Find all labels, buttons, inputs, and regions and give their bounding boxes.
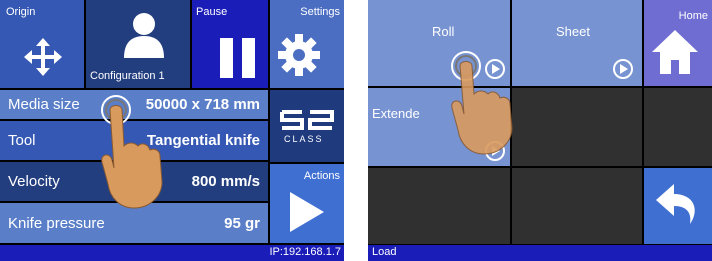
- velocity-value: 800 mm/s: [191, 173, 260, 190]
- empty-tile: [512, 168, 642, 244]
- status-bar: Load: [368, 245, 712, 261]
- back-arrow-icon: [656, 184, 695, 224]
- play-circle-icon: [613, 59, 633, 79]
- empty-tile: [512, 88, 642, 166]
- knife-pressure-row[interactable]: Knife pressure 95 gr: [0, 203, 268, 243]
- s2-logo-icon: [280, 110, 334, 130]
- origin-button[interactable]: Origin: [0, 0, 84, 88]
- roll-label: Roll: [432, 24, 455, 39]
- media-size-row[interactable]: Media size 50000 x 718 mm: [0, 90, 268, 119]
- media-size-value: 50000 x 718 mm: [145, 96, 260, 113]
- back-button[interactable]: [644, 168, 712, 244]
- gear-icon: [278, 34, 320, 76]
- actions-button[interactable]: Actions: [270, 164, 344, 243]
- pause-button[interactable]: Pause: [192, 0, 268, 88]
- user-icon: [124, 13, 164, 58]
- logo-text: CLASS: [284, 134, 324, 144]
- extended-button[interactable]: Extende: [368, 88, 510, 166]
- configuration-button[interactable]: Configuration 1: [86, 0, 190, 88]
- actions-label: Actions: [303, 170, 340, 182]
- home-button[interactable]: Home: [644, 0, 712, 86]
- tool-value: Tangential knife: [146, 132, 260, 149]
- main-screen: Origin Configuration 1 Pause Settings Me…: [0, 0, 344, 261]
- play-icon: [290, 192, 324, 232]
- home-icon: [652, 30, 698, 74]
- tool-row[interactable]: Tool Tangential knife: [0, 121, 268, 160]
- play-circle-icon: [485, 59, 505, 79]
- load-screen: Roll Sheet Home Extende Load: [368, 0, 712, 261]
- sheet-button[interactable]: Sheet: [512, 0, 642, 86]
- media-size-label: Media size: [8, 96, 80, 113]
- settings-button[interactable]: Settings: [270, 0, 344, 88]
- velocity-row[interactable]: Velocity 800 mm/s: [0, 162, 268, 201]
- brand-logo: CLASS: [270, 90, 344, 162]
- velocity-label: Velocity: [8, 173, 60, 190]
- ip-address: IP:192.168.1.7: [269, 246, 341, 258]
- settings-label: Settings: [300, 6, 340, 18]
- extended-label: Extende: [372, 106, 420, 121]
- play-circle-icon: [485, 141, 505, 161]
- status-text: Load: [372, 246, 397, 258]
- sheet-label: Sheet: [556, 24, 590, 39]
- empty-tile: [644, 88, 712, 166]
- move-arrows-icon: [24, 38, 62, 76]
- configuration-label: Configuration 1: [90, 70, 165, 82]
- pause-label: Pause: [196, 6, 228, 18]
- knife-pressure-value: 95 gr: [224, 215, 260, 232]
- tool-label: Tool: [8, 132, 36, 149]
- status-bar: IP:192.168.1.7: [0, 245, 344, 261]
- knife-pressure-label: Knife pressure: [8, 215, 105, 232]
- home-label: Home: [678, 10, 708, 22]
- origin-label: Origin: [6, 6, 36, 18]
- empty-tile: [368, 168, 510, 244]
- pause-icon: [220, 38, 255, 78]
- roll-button[interactable]: Roll: [368, 0, 510, 86]
